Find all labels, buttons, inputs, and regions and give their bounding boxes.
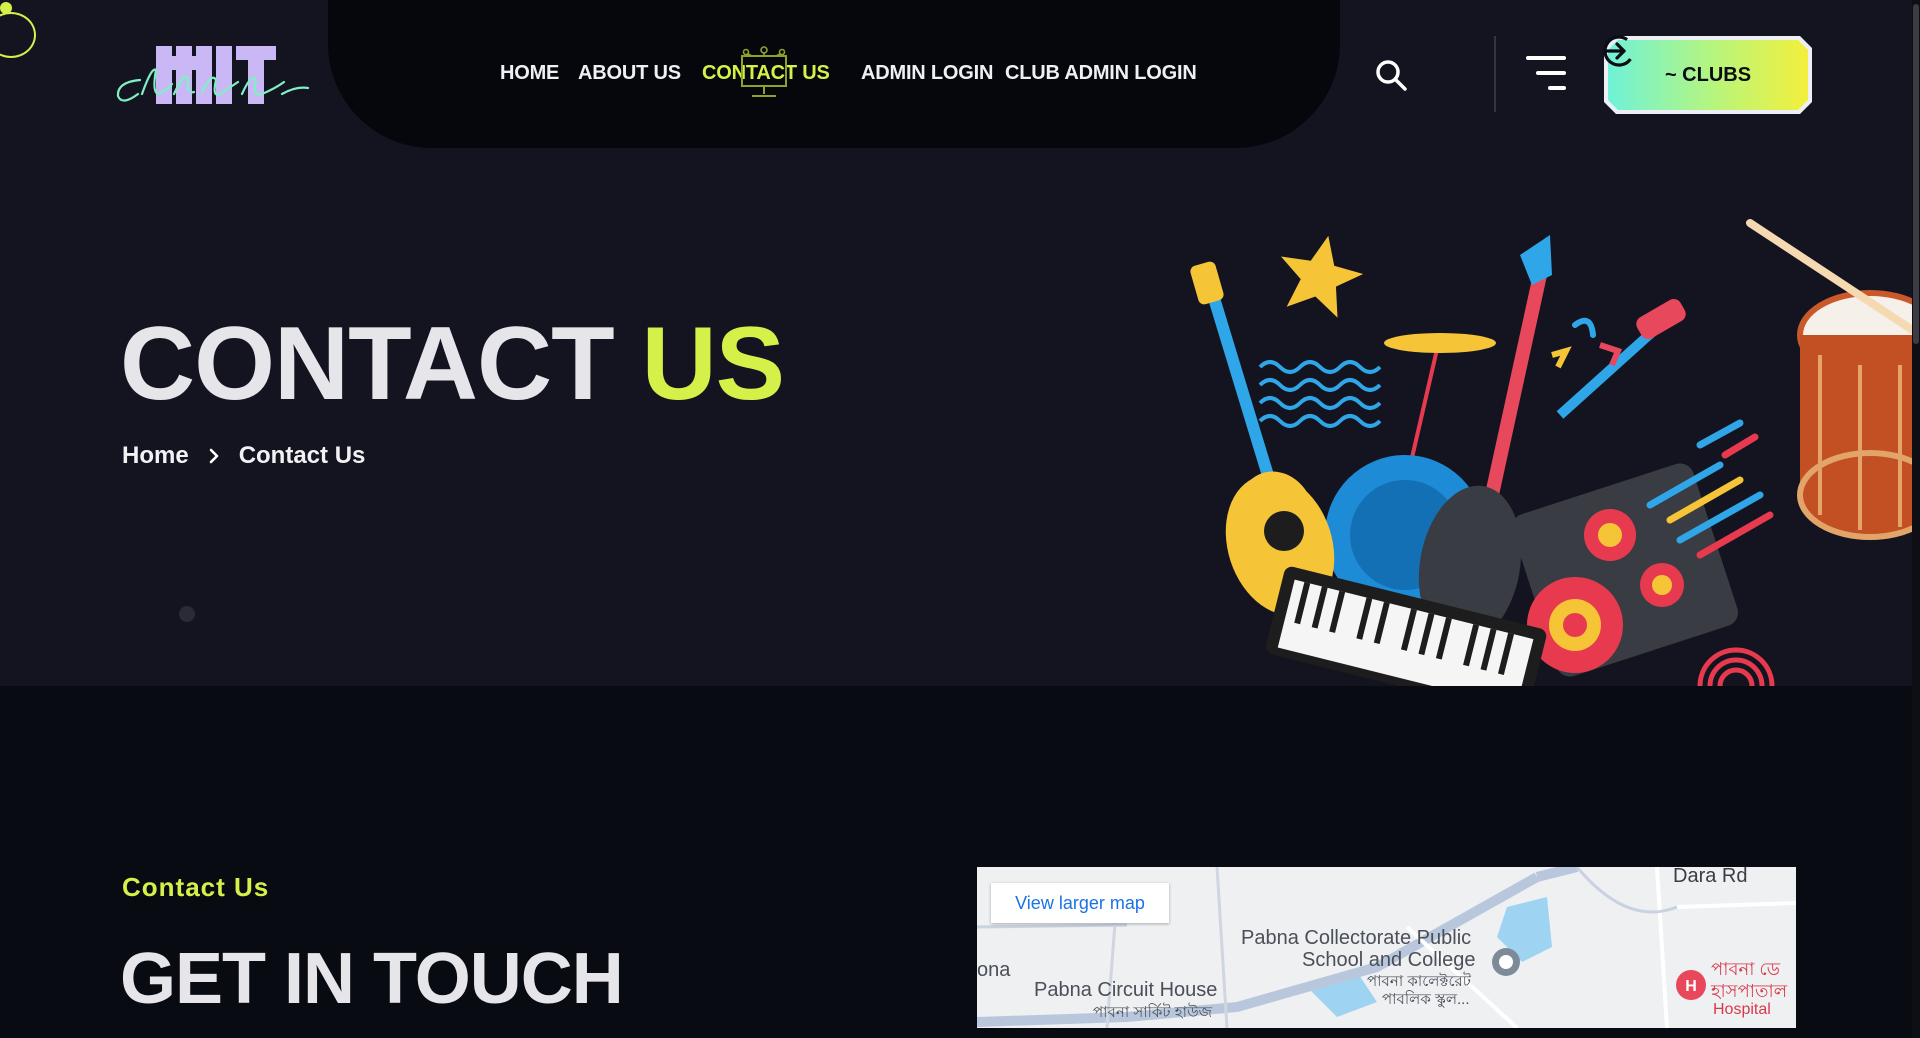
- nav-club-admin-login[interactable]: CLUB ADMIN LOGIN: [1005, 62, 1197, 85]
- map-label: Pabna Collectorate Public: [1241, 927, 1472, 949]
- breadcrumb-current: Contact Us: [238, 442, 366, 469]
- nav-home[interactable]: HOME: [500, 62, 559, 85]
- nav-about-us[interactable]: ABOUT US: [578, 62, 681, 85]
- site-logo[interactable]: [112, 42, 312, 112]
- decorative-dot: [179, 606, 195, 622]
- page-title: CONTACT US: [120, 312, 785, 416]
- decorative-ring: [0, 12, 36, 58]
- map-label: Pabna Circuit House: [1034, 979, 1218, 1001]
- view-larger-map-link[interactable]: View larger map: [991, 883, 1169, 923]
- section-subtitle: Contact Us: [122, 872, 270, 902]
- clubs-button[interactable]: ~ CLUBS: [1602, 34, 1814, 116]
- map-label: Dara Rd: [1673, 867, 1748, 887]
- scrollbar-thumb[interactable]: [1913, 4, 1919, 344]
- search-icon[interactable]: [1374, 58, 1408, 92]
- hero-section: HOME ABOUT US CONTACT US ADMIN LOGIN CLU…: [0, 0, 1920, 686]
- hamburger-menu-icon[interactable]: [1526, 56, 1566, 92]
- monitor-network-icon: [738, 46, 790, 102]
- section-heading: GET IN TOUCH: [120, 939, 624, 1019]
- nav-admin-login[interactable]: ADMIN LOGIN: [861, 62, 993, 85]
- map-label: পাবনা সার্কিট হাউজ: [1093, 1004, 1213, 1021]
- login-arrow-icon: [1603, 35, 1635, 67]
- svg-text:H: H: [1685, 978, 1697, 995]
- page-title-part1: CONTACT: [120, 306, 615, 422]
- map-label: School and College: [1302, 949, 1476, 971]
- decorative-dot: [0, 2, 12, 14]
- map-label: Hospital: [1713, 1001, 1771, 1018]
- map-label: পাবলিক স্কুল...: [1382, 991, 1470, 1008]
- map-label: ona: [977, 959, 1011, 981]
- breadcrumb: Home Contact Us: [122, 442, 365, 470]
- page-title-part2: US: [641, 306, 785, 422]
- clubs-button-label: ~ CLUBS: [1664, 63, 1752, 86]
- music-instruments-illustration: [1180, 215, 1920, 686]
- page-scrollbar[interactable]: [1912, 0, 1920, 1038]
- breadcrumb-home[interactable]: Home: [122, 442, 189, 470]
- drum-icon: [1746, 219, 1920, 540]
- chevron-right-icon: [209, 448, 218, 464]
- header-divider: [1494, 36, 1496, 112]
- embedded-map[interactable]: H View larger map Dara Rd Pabna Collecto…: [977, 867, 1796, 1028]
